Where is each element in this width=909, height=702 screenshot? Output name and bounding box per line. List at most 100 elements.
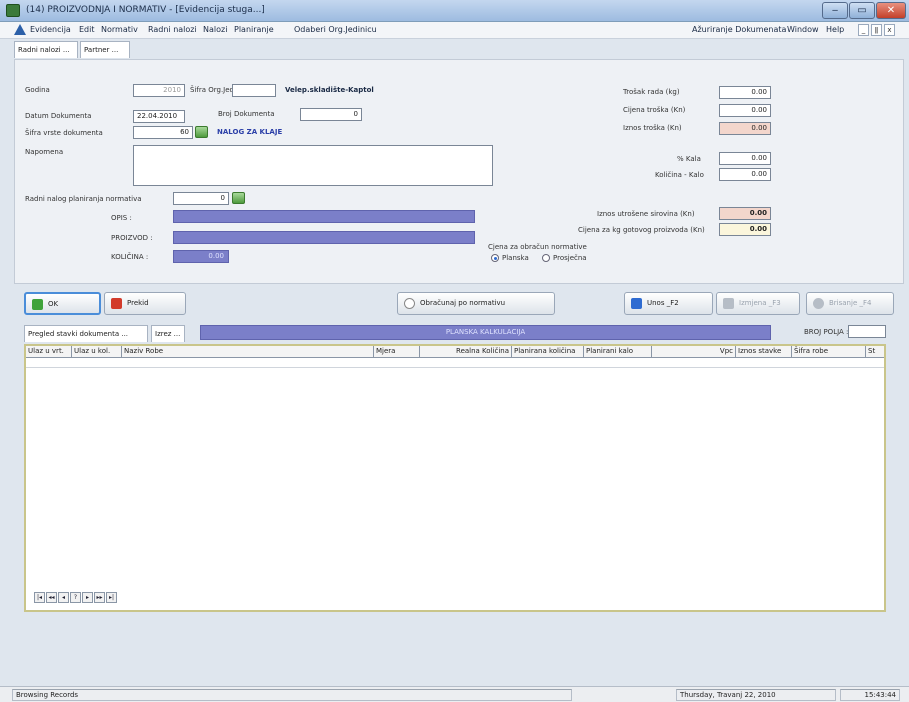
maximize-button[interactable]: ▭ [849,2,875,19]
col-realna-kolicina[interactable]: Realna Količina [420,346,512,358]
sifra-vrste-label: Šifra vrste dokumenta [25,129,103,137]
mdi-minimize-button[interactable]: _ [858,24,869,36]
status-bar: Browsing Records Thursday, Travanj 22, 2… [0,686,909,702]
org-name: Velep.skladište-Kaptol [285,86,374,94]
document-header-panel: Godina 2010 Šifra Org.Jed. Velep.skladiš… [14,59,904,284]
radni-nalog-label: Radni nalog planiranja normativa [25,195,142,203]
status-time: 15:43:44 [840,689,900,701]
menu-radni-nalozi[interactable]: Radni nalozi [148,25,197,34]
new-record-icon [631,298,642,309]
menu-planiranje[interactable]: Planiranje [234,25,274,34]
trosak-field[interactable]: 0.00 [719,86,771,99]
radio-planska[interactable] [491,254,499,262]
iznos-sirovina-field: 0.00 [719,207,771,220]
sifra-org-label: Šifra Org.Jed. [190,86,237,94]
col-iznos-stavke[interactable]: Iznos stavke [736,346,792,358]
col-ulaz-kol[interactable]: Ulaz u kol. [72,346,122,358]
tab-radni-nalozi[interactable]: Radni nalozi ... [14,41,78,58]
godina-label: Godina [25,86,50,94]
radni-nalog-field[interactable]: 0 [173,192,229,205]
nav-help-button[interactable]: ? [70,592,81,603]
kolicina-kalo-field[interactable]: 0.00 [719,168,771,181]
nav-prev-page-button[interactable]: ◂◂ [46,592,57,603]
col-sifra-robe[interactable]: Šifra robe [792,346,866,358]
opis-label: OPIS : [111,214,132,222]
menu-odaberi-org[interactable]: Odaberi Org.Jedinicu [294,25,377,34]
tab-partner[interactable]: Partner ... [80,41,130,58]
tab-izrez[interactable]: Izrez ... [151,325,185,342]
godina-field[interactable]: 2010 [133,84,185,97]
napomena-textarea[interactable] [133,145,493,186]
datum-label: Datum Dokumenta [25,112,92,120]
nav-prev-button[interactable]: ◂ [58,592,69,603]
datum-field[interactable]: 22.04.2010 [133,110,185,123]
col-planirana-kolicina[interactable]: Planirana količina [512,346,584,358]
check-icon [32,299,43,310]
ok-button[interactable]: OK [24,292,101,315]
lookup-vrsta-icon[interactable] [195,126,208,138]
menu-window[interactable]: Window [787,25,819,34]
obracunaj-button[interactable]: Obračunaj po normativu [397,292,555,315]
col-ulaz-vrt[interactable]: Ulaz u vrt. [26,346,72,358]
col-naziv-robe[interactable]: Naziv Robe [122,346,374,358]
nav-next-page-button[interactable]: ▸▸ [94,592,105,603]
lookup-nalog-icon[interactable] [232,192,245,204]
proizvod-label: PROIZVOD : [111,234,153,242]
sifra-org-field[interactable] [232,84,276,97]
napomena-label: Napomena [25,148,64,156]
status-mode: Browsing Records [12,689,572,701]
delete-icon [813,298,824,309]
minimize-button[interactable]: ‒ [822,2,848,19]
kalo-pct-label: % Kala [677,155,701,163]
calculate-icon [404,298,415,309]
broj-field[interactable]: 0 [300,108,362,121]
app-logo-icon [14,24,26,35]
radio-prosjecna-label: Prosječna [553,254,587,262]
status-date: Thursday, Travanj 22, 2010 [676,689,836,701]
nav-next-button[interactable]: ▸ [82,592,93,603]
kolicina-label: KOLIČINA : [111,253,149,261]
proizvod-bar [173,231,475,244]
title-bar: (14) PROIZVODNJA I NORMATIV - [Evidencij… [0,0,909,22]
items-grid[interactable]: Ulaz u vrt. Ulaz u kol. Naziv Robe Mjera… [24,344,886,612]
sifra-vrste-field[interactable]: 60 [133,126,193,139]
kalo-pct-field[interactable]: 0.00 [719,152,771,165]
cancel-icon [111,298,122,309]
brisanje-button[interactable]: Brisanje _F4 [806,292,894,315]
menu-bar: Evidencija Edit Normativ Radni nalozi Na… [0,22,909,39]
edit-icon [723,298,734,309]
menu-normativ[interactable]: Normativ [101,25,138,34]
menu-edit[interactable]: Edit [79,25,95,34]
obracun-label: Cjena za obračun normative [488,243,587,251]
kolicina-kalo-label: Količina - Kalo [655,171,704,179]
cijena-kg-field: 0.00 [719,223,771,236]
trosak-label: Trošak rada (kg) [623,88,680,96]
menu-evidencija[interactable]: Evidencija [30,25,71,34]
prekid-button[interactable]: Prekid [104,292,186,315]
menu-help[interactable]: Help [826,25,844,34]
nav-first-button[interactable]: |◂ [34,592,45,603]
broj-polja-label: BROJ POLJA : [804,328,849,336]
col-vpc[interactable]: Vpc [652,346,736,358]
table-row[interactable] [26,358,884,368]
cijena-troska-label: Cijena troška (Kn) [623,106,686,114]
broj-label: Broj Dokumenta [218,110,275,118]
menu-nalozi[interactable]: Nalozi [203,25,227,34]
tab-pregled-stavki[interactable]: Pregled stavki dokumenta ... [24,325,148,342]
close-button[interactable]: ✕ [876,2,906,19]
window-title: (14) PROIZVODNJA I NORMATIV - [Evidencij… [26,5,265,15]
opis-bar [173,210,475,223]
col-mjera[interactable]: Mjera [374,346,420,358]
col-planirani-kalo[interactable]: Planirani kalo [584,346,652,358]
nav-last-button[interactable]: ▸| [106,592,117,603]
cijena-troska-field[interactable]: 0.00 [719,104,771,117]
menu-azuriranje[interactable]: Ažuriranje Dokumenata [692,25,786,34]
cijena-kg-label: Cijena za kg gotovog proizvoda (Kn) [578,226,705,234]
col-st[interactable]: St [866,346,884,358]
mdi-restore-button[interactable]: ǁ [871,24,882,36]
mdi-close-button[interactable]: x [884,24,895,36]
radio-prosjecna[interactable] [542,254,550,262]
broj-polja-field[interactable] [848,325,886,338]
izmjena-button[interactable]: Izmjena _F3 [716,292,800,315]
unos-button[interactable]: Unos _F2 [624,292,713,315]
